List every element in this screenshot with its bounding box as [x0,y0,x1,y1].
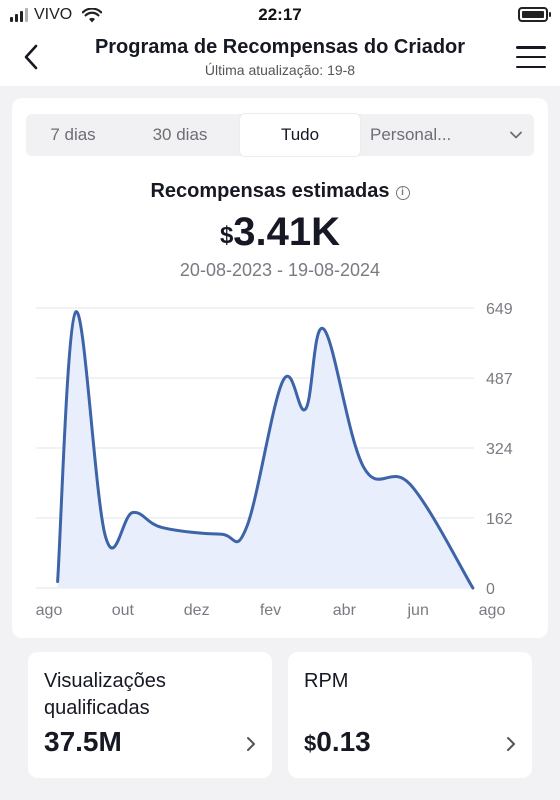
qualified-views-card[interactable]: Visualizações qualificadas 37.5M [28,652,272,778]
x-tick-label: ago [479,602,506,619]
tab-custom-period[interactable]: Personal... [360,114,534,156]
rpm-currency: $ [304,731,317,756]
last-updated: Última atualização: 19-8 [204,62,356,78]
rewards-chart: 649 487 324 162 0 ago out dez fev abr jun ago [36,301,513,619]
y-tick-label: 649 [486,301,513,318]
y-tick-label: 0 [486,581,495,598]
qualified-views-value: 37.5M [44,726,122,757]
chevron-right-icon [507,737,515,751]
tab-all[interactable]: Tudo [240,114,360,156]
page-title: Programa de Recompensas do Criador [94,36,466,58]
chevron-down-icon [510,131,522,139]
rewards-amount: $3.41K [12,210,548,255]
y-tick-label: 324 [486,441,513,458]
x-tick-label: dez [184,602,210,619]
tab-custom-label: Personal... [370,125,452,144]
x-tick-label: abr [333,602,357,619]
rpm-card[interactable]: RPM $0.13 [288,652,532,778]
x-tick-label: ago [36,602,63,619]
rewards-card: 7 dias 30 dias Tudo Personal... Recompen… [12,98,548,638]
hamburger-icon [516,46,546,49]
qualified-views-label: Visualizações qualificadas [44,670,166,719]
y-tick-label: 487 [486,371,513,388]
rewards-title-text: Recompensas estimadas [150,180,390,202]
rewards-title: Recompensas estimadas i [12,180,548,203]
header: Programa de Recompensas do Criador Últim… [0,30,560,86]
rpm-label: RPM [304,670,349,692]
rewards-currency: $ [219,222,234,249]
menu-button[interactable] [516,44,546,70]
date-range: 20-08-2023 - 19-08-2024 [179,260,381,280]
clock: 22:17 [258,5,302,24]
period-tabs: 7 dias 30 dias Tudo Personal... [26,114,534,156]
rewards-value: 3.41K [233,210,341,254]
tab-7-days[interactable]: 7 dias [26,114,120,156]
rpm-value: $0.13 [304,726,371,758]
x-tick-label: jun [406,602,428,619]
info-icon[interactable]: i [395,186,410,200]
chevron-right-icon [247,737,255,751]
x-tick-label: fev [260,602,281,619]
battery-icon [518,7,551,22]
x-tick-label: out [112,602,135,619]
rpm-amount: 0.13 [316,726,371,757]
status-bar: VIVO 22:17 [0,0,560,30]
tab-30-days[interactable]: 30 dias [120,114,240,156]
y-tick-label: 162 [486,511,513,528]
